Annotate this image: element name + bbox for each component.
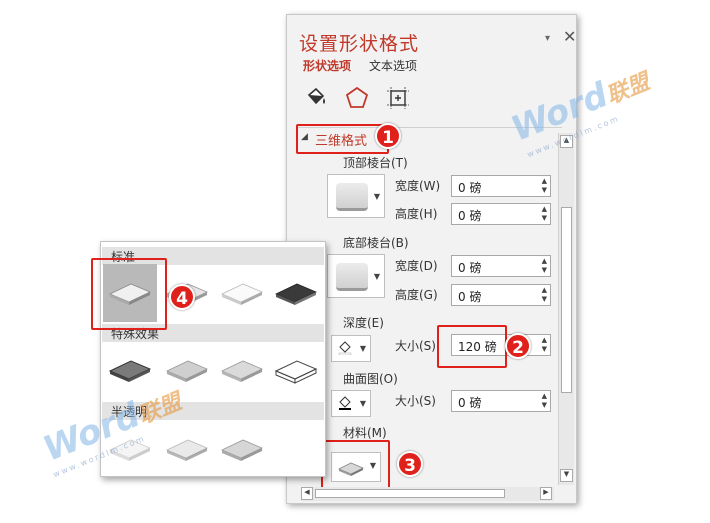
material-metal[interactable] — [273, 278, 319, 308]
effects-pentagon-icon[interactable] — [344, 85, 370, 111]
top-bevel-label: 顶部棱台(T) — [343, 156, 408, 170]
size-properties-icon[interactable] — [385, 85, 411, 111]
section-3d-format-label[interactable]: 三维格式 — [315, 130, 367, 149]
chevron-down-icon: ▼ — [359, 399, 366, 408]
material-translucent-powder[interactable] — [219, 434, 265, 464]
bottom-width-label: 宽度(D) — [395, 259, 438, 273]
spin-arrows-icon[interactable]: ▲ ▼ — [542, 336, 547, 354]
chevron-down-icon: ▼ — [373, 192, 380, 201]
contour-size-value: 0 磅 — [458, 396, 482, 410]
spin-arrows-icon[interactable]: ▲ ▼ — [542, 392, 547, 410]
material-dark-edge[interactable] — [107, 355, 153, 385]
collapse-arrow-icon[interactable]: ◢ — [301, 132, 308, 142]
bottom-width-stepper[interactable]: 0 磅 ▲ ▼ — [451, 255, 551, 277]
bevel-preview — [336, 263, 368, 291]
spin-arrows-icon[interactable]: ▲ ▼ — [542, 177, 547, 195]
spin-arrows-icon[interactable]: ▲ ▼ — [542, 257, 547, 275]
bottom-height-value: 0 磅 — [458, 290, 482, 304]
badge-1: 1 — [375, 123, 401, 149]
bottom-bevel-label: 底部棱台(B) — [343, 236, 409, 250]
depth-size-highlight — [437, 325, 507, 368]
top-height-value: 0 磅 — [458, 209, 482, 223]
vertical-scrollbar[interactable]: ▲ ▼ — [558, 133, 574, 485]
badge-2: 2 — [505, 333, 531, 359]
bevel-preview — [336, 183, 368, 211]
bottom-bevel-dropdown[interactable]: ▼ — [327, 254, 385, 298]
depth-label: 深度(E) — [343, 316, 384, 330]
bottom-height-label: 高度(G) — [395, 288, 438, 302]
format-shape-pane: 设置形状格式 ▾ ✕ 形状选项 文本选项 ◢ 三维格式 1 顶部棱台(T) ▼ … — [286, 14, 577, 504]
spin-arrows-icon[interactable]: ▲ ▼ — [542, 205, 547, 223]
top-width-stepper[interactable]: 0 磅 ▲ ▼ — [451, 175, 551, 197]
badge-3: 3 — [397, 451, 423, 477]
top-width-label: 宽度(W) — [395, 179, 441, 193]
tab-shape-options[interactable]: 形状选项 — [303, 57, 351, 74]
material-clear[interactable] — [164, 434, 210, 464]
chevron-down-icon: ▼ — [359, 344, 366, 353]
tab-text-options[interactable]: 文本选项 — [369, 57, 417, 74]
top-height-label: 高度(H) — [395, 207, 438, 221]
top-width-value: 0 磅 — [458, 181, 482, 195]
material-flat[interactable] — [219, 355, 265, 385]
contour-size-label: 大小(S) — [395, 394, 436, 408]
material-plastic[interactable] — [219, 278, 265, 308]
scroll-left-arrow-icon[interactable]: ◀ — [301, 487, 313, 500]
horizontal-scrollbar[interactable]: ◀ ▶ — [301, 487, 554, 501]
spin-arrows-icon[interactable]: ▲ ▼ — [542, 286, 547, 304]
contour-label: 曲面图(O) — [343, 372, 398, 386]
chevron-down-icon: ▼ — [373, 272, 380, 281]
scroll-down-arrow-icon[interactable]: ▼ — [560, 469, 573, 482]
pane-options-chevron-down-icon[interactable]: ▾ — [545, 33, 550, 44]
scroll-right-arrow-icon[interactable]: ▶ — [540, 487, 552, 500]
matte-highlight — [91, 258, 167, 330]
badge-4: 4 — [169, 284, 195, 310]
bottom-height-stepper[interactable]: 0 磅 ▲ ▼ — [451, 284, 551, 306]
bottom-width-value: 0 磅 — [458, 261, 482, 275]
pane-title: 设置形状格式 — [299, 33, 420, 55]
scroll-thumb[interactable] — [315, 489, 505, 498]
scroll-thumb[interactable] — [561, 207, 572, 393]
contour-size-stepper[interactable]: 0 磅 ▲ ▼ — [451, 390, 551, 412]
top-bevel-dropdown[interactable]: ▼ — [327, 174, 385, 218]
top-height-stepper[interactable]: 0 磅 ▲ ▼ — [451, 203, 551, 225]
contour-color-dropdown[interactable]: ▼ — [331, 390, 371, 417]
material-wireframe[interactable] — [273, 355, 319, 385]
paint-bucket-icon — [338, 341, 352, 355]
material-label: 材料(M) — [343, 426, 387, 440]
depth-color-dropdown[interactable]: ▼ — [331, 335, 371, 362]
fill-line-icon[interactable] — [303, 85, 329, 111]
paint-bucket-icon — [339, 396, 351, 410]
material-highlight — [321, 440, 390, 491]
depth-size-label: 大小(S) — [395, 339, 436, 353]
pane-close-icon[interactable]: ✕ — [563, 27, 576, 46]
